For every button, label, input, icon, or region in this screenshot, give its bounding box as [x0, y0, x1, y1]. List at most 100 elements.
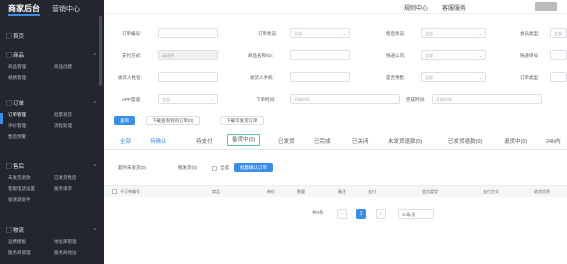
member-label: 会员类型:: [520, 31, 540, 36]
th-qty: 数量: [297, 189, 305, 194]
rules-center-link[interactable]: 规则中心: [404, 3, 428, 12]
th-paid: 支付: [368, 189, 376, 194]
sidebar-item-shipped-aftersale[interactable]: 已发货售后: [54, 172, 100, 183]
chevron-up-icon: ^: [93, 101, 96, 107]
brand-title[interactable]: 商家后台: [8, 3, 40, 14]
sidebar-item-unshipped-refund[interactable]: 未发货退款: [8, 172, 54, 183]
avatar[interactable]: [535, 2, 557, 11]
presale-value: 全部: [425, 75, 433, 80]
order-no-label: 订单编号:: [122, 31, 142, 36]
receiver-label: 收货人姓名:: [118, 75, 142, 80]
tab-shipped-refund[interactable]: 已发货退款(0): [448, 137, 482, 145]
marketing-center-link[interactable]: 营销中心: [52, 4, 80, 14]
sidebar-item-aftersale-warning[interactable]: 售后预警: [8, 131, 54, 142]
aftersale-icon: ▢: [6, 164, 14, 170]
table-header: 子订单编号 商品 单价 数量 备注 支付 会员类型 支付方式 收货信息: [104, 185, 567, 197]
sidebar-item-service-phone[interactable]: 客服电话设置: [8, 183, 54, 194]
sidebar-item-reviews[interactable]: 评价管理: [8, 120, 54, 131]
prev-page-button[interactable]: ‹: [337, 209, 347, 219]
pay-status-select[interactable]: 全部 ⌄: [421, 28, 486, 38]
sidebar-section-aftersale[interactable]: ▢ 售后 ^: [0, 162, 104, 172]
page-size-value: 20条/页: [402, 212, 416, 217]
member-select[interactable]: 全部: [550, 28, 567, 38]
tab-closed[interactable]: 已关闭: [352, 137, 369, 145]
sidebar-item-order-manage[interactable]: 订单管理: [8, 109, 54, 120]
next-page-button[interactable]: ›: [376, 209, 386, 219]
customer-service-link[interactable]: 客服服务: [442, 3, 466, 12]
chevron-up-icon: ^: [93, 164, 96, 170]
sidebar-section-goods[interactable]: ▢ 商品 ^: [0, 51, 104, 61]
order-no-input[interactable]: [158, 28, 218, 38]
home-icon: ▢: [6, 34, 14, 40]
row-select-checkbox[interactable]: [112, 189, 117, 194]
chevron-down-icon: ⌄: [478, 53, 482, 58]
tab-pending-pay[interactable]: 待支付: [196, 137, 213, 145]
pay-method-select[interactable]: 请选择: [158, 50, 218, 60]
pay-status-label: 售后状态:: [386, 31, 406, 36]
sidebar-item-spec-manage[interactable]: 规格管理: [8, 72, 54, 83]
logistics-icon: ▢: [6, 228, 14, 234]
sidebar-item-home[interactable]: ▢ 首页: [0, 32, 104, 42]
receiver-phone-input[interactable]: [290, 72, 350, 82]
express-no-input[interactable]: [550, 50, 567, 60]
presale-select[interactable]: 全部 ⌄: [421, 72, 486, 82]
export-shippable-button[interactable]: 下载可发货订单: [220, 116, 264, 125]
select-all-checkbox[interactable]: [212, 166, 217, 171]
select-all-label: 全选: [220, 165, 229, 170]
chevron-down-icon: ⌄: [478, 31, 482, 36]
sidebar: 商家后台 营销中心 ▢ 首页 ▢ 商品 ^ 商品管理 商品创建 规格管理 ▢ 订单…: [0, 0, 104, 264]
order-status-select[interactable]: 全部 ⌄: [290, 28, 350, 38]
order-time-input[interactable]: 开始时间: [290, 94, 400, 104]
express-label: 快递公司:: [386, 53, 406, 58]
urge-filter[interactable]: 催发货(0): [178, 165, 197, 171]
sidebar-item-address-lib[interactable]: 地址库管理: [54, 236, 100, 247]
th-remark: 备注: [338, 189, 346, 194]
sidebar-item-batch-ship[interactable]: 批量发货: [54, 109, 100, 120]
page-number-button[interactable]: 1: [356, 209, 366, 219]
receiver-phone-label: 收货人手机:: [250, 75, 274, 80]
tab-pending-confirm[interactable]: 待确认: [150, 137, 167, 145]
th-receiver-info: 收货信息: [534, 189, 550, 194]
brand-underline: [8, 14, 40, 16]
sidebar-item-goods-create[interactable]: 商品创建: [54, 61, 100, 72]
express-select[interactable]: 全部 ⌄: [421, 50, 486, 60]
tab-unshipped-refund[interactable]: 未发货退款(0): [388, 137, 422, 145]
export-orders-button[interactable]: 下载查询到的订单(0): [146, 116, 200, 125]
sidebar-item-service-request[interactable]: 服务请求: [54, 183, 100, 194]
sidebar-home-label: 首页: [13, 34, 25, 40]
th-product: 商品: [212, 189, 220, 194]
pay-method-label: 支付方式:: [122, 53, 142, 58]
tab-24h[interactable]: 24h内: [546, 137, 561, 145]
page-size-select[interactable]: 20条/页: [398, 209, 434, 219]
chevron-down-icon: ⌄: [478, 75, 482, 80]
overdue-filter[interactable]: 超时未发货(0): [118, 165, 146, 171]
sidebar-section-orders[interactable]: ▢ 订单 ^: [0, 99, 104, 109]
chevron-down-icon: ⌄: [210, 97, 214, 102]
sidebar-item-process[interactable]: 流程处理: [54, 120, 100, 131]
tab-returning[interactable]: 退货中(0): [504, 137, 527, 145]
th-price: 单价: [267, 189, 275, 194]
sidebar-section-logistics[interactable]: ▢ 物流 ^: [0, 226, 104, 236]
app-channel-select[interactable]: 全部 ⌄: [158, 94, 218, 104]
pay-method-value: 请选择: [162, 53, 174, 58]
product-input[interactable]: [290, 50, 350, 60]
query-button[interactable]: 查询: [114, 116, 135, 125]
tab-all[interactable]: 全部: [120, 137, 131, 145]
sidebar-item-freight-template[interactable]: 运费模板: [8, 236, 54, 247]
chevron-down-icon: ⌄: [342, 31, 346, 36]
finish-time-input[interactable]: 开始时间: [432, 94, 542, 104]
sidebar-item-fast-refund[interactable]: 极速退助手: [8, 194, 54, 205]
express-value: 全部: [425, 53, 433, 58]
sidebar-item-provider-address[interactable]: 服务商地址: [54, 247, 100, 258]
sidebar-item-goods-manage[interactable]: 商品管理: [8, 61, 54, 72]
order-time-label: 下单时间:: [256, 97, 276, 102]
batch-confirm-button[interactable]: 批量确认订单: [234, 163, 273, 172]
sidebar-item-provider-manage[interactable]: 服务商管理: [8, 247, 54, 258]
tab-completed[interactable]: 已完成: [314, 137, 331, 145]
order-type-select[interactable]: [550, 72, 567, 82]
order-status-tabs: 全部 待确认 待支付 备货中(0) 已发货 已完成 已关闭 未发货退款(0) 已…: [104, 134, 567, 150]
tab-shipped[interactable]: 已发货: [278, 137, 295, 145]
order-type-label: 订单类型:: [520, 75, 540, 80]
receiver-input[interactable]: [158, 72, 218, 82]
tab-preparing[interactable]: 备货中(0): [227, 134, 261, 146]
